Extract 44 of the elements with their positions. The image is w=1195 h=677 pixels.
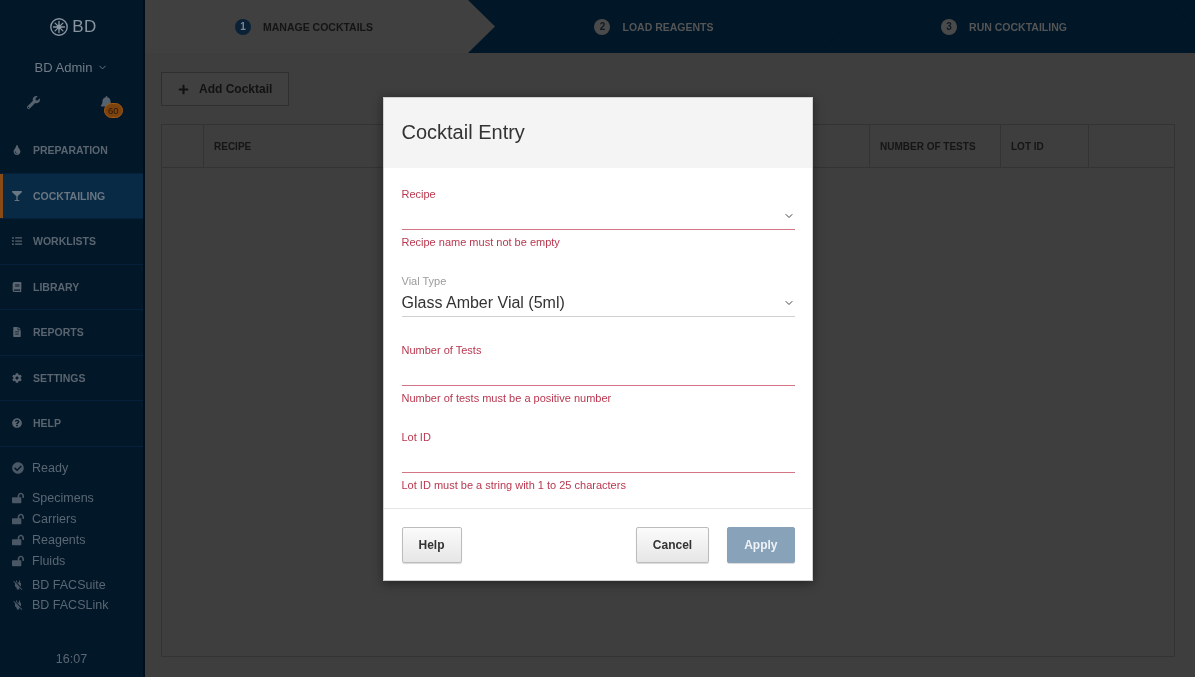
clock-time: 16:07 [55, 652, 88, 666]
drop-icon [12, 145, 22, 156]
dropdown-field[interactable]: Glass Amber Vial (5ml) [401, 286, 795, 317]
help-icon [12, 418, 22, 429]
field-label: Vial Type [401, 274, 448, 287]
step-number: 3 [941, 18, 958, 35]
nav-item[interactable]: SETTINGS [0, 355, 143, 401]
dialog-button[interactable]: Cancel [635, 526, 710, 563]
nav-item[interactable]: HELP [0, 401, 143, 447]
status-label: Specimens [32, 491, 94, 505]
plus-icon [178, 83, 189, 95]
list-icon [12, 236, 22, 247]
dialog-title: Cocktail Entry [401, 121, 525, 144]
logo-text: BD [72, 17, 97, 37]
error-message: Lot ID must be a string with 1 to 25 characters [401, 478, 627, 491]
error-message: Number of tests must be a positive number [401, 391, 613, 404]
nav-item[interactable]: PREPARATION [0, 128, 143, 174]
status-label: BD FACSLink [32, 597, 109, 612]
book-icon [12, 281, 22, 292]
status-label: BD FACSuite [32, 577, 106, 592]
error-message: Recipe name must not be empty [401, 235, 561, 248]
user-menu[interactable]: BD Admin [34, 59, 109, 75]
wrench-icon[interactable] [27, 95, 40, 109]
status-label: Fluids [32, 554, 66, 568]
nav-item[interactable]: LIBRARY [0, 264, 143, 310]
status-label: Reagents [32, 533, 86, 547]
status-label: Carriers [32, 512, 77, 526]
document-icon [12, 327, 22, 338]
status-label: Ready [32, 460, 69, 475]
notification-count: 60 [104, 102, 123, 118]
nav-item[interactable]: WORKLISTS [0, 219, 143, 265]
step-number: 1 [234, 18, 251, 35]
settings-icon [12, 372, 22, 383]
field-label: Lot ID [401, 430, 432, 443]
martini-glass-icon [12, 190, 22, 201]
field-label: Number of Tests [401, 343, 483, 356]
help-button[interactable]: Help [401, 526, 462, 563]
step-number: 2 [594, 18, 611, 35]
field-label: Recipe [401, 187, 437, 200]
step-label: RUN COCKTAILING [969, 20, 1067, 33]
step-label: LOAD REAGENTS [622, 20, 714, 33]
nav-item[interactable]: REPORTS [0, 310, 143, 356]
sunburst-logo-icon [50, 18, 69, 36]
nav-item[interactable]: COCKTAILING [0, 173, 143, 219]
